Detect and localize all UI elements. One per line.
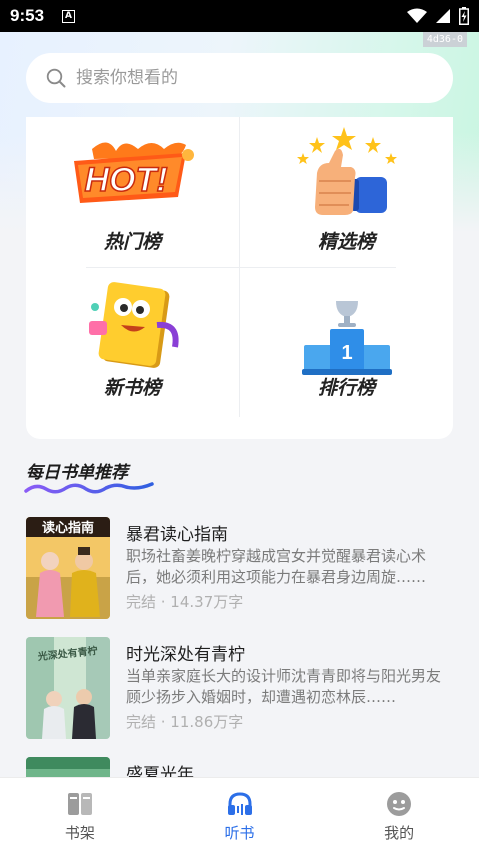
svg-text:1: 1: [341, 342, 352, 364]
tab-profile[interactable]: 我的: [319, 778, 479, 851]
svg-text:HOT!: HOT!: [84, 161, 167, 199]
battery-icon: [459, 7, 469, 25]
status-time: 9:53: [10, 6, 45, 25]
tab-listen[interactable]: 听书: [160, 778, 320, 851]
podium-icon: 1: [301, 301, 392, 375]
profile-face-icon: [387, 792, 412, 816]
bookshelf-icon: [67, 793, 92, 815]
book-description: 职场社畜姜晚柠穿越成宫女并觉醒暴君读心术后，她必须利用这项能力在暴君身边周旋……: [126, 547, 427, 586]
status-bar: 9:53 A: [0, 0, 479, 32]
book-cover: 光深处有青柠: [26, 637, 110, 739]
book-cover: 读心指南: [26, 517, 110, 619]
tab-bookshelf[interactable]: 书架: [0, 778, 160, 851]
svg-text:读心指南: 读心指南: [42, 520, 94, 536]
notification-icon: A: [62, 9, 76, 23]
ranking-label: 排行榜: [317, 377, 375, 399]
tab-label: 听书: [224, 824, 255, 842]
ranking-label: 新书榜: [103, 377, 161, 399]
book-mascot-icon: [88, 282, 179, 368]
debug-tag: 4d36-0: [422, 32, 467, 47]
status-icons: [407, 7, 469, 25]
ranking-new[interactable]: 新书榜: [26, 269, 239, 429]
tab-label: 书架: [64, 824, 95, 842]
hot-icon: HOT!: [73, 142, 194, 203]
wifi-icon: [407, 8, 427, 23]
ranking-hot[interactable]: HOT! 热门榜: [26, 117, 239, 277]
thumbs-up-icon: [296, 127, 397, 215]
book-item[interactable]: 光深处有青柠 时光深处有青柠 当单亲家庭长大的设计师沈青青即将与阳光男友顾少扬步…: [26, 637, 453, 741]
book-meta: 完结 · 14.37万字: [126, 593, 244, 611]
ranking-label: 热门榜: [103, 231, 161, 253]
ranking-featured[interactable]: 精选榜: [240, 117, 453, 277]
book-title: 暴君读心指南: [126, 525, 228, 545]
book-description: 当单亲家庭长大的设计师沈青青即将与阳光男友顾少扬步入婚姻时，却遭遇初恋林辰……: [126, 667, 442, 706]
ranking-label: 精选榜: [317, 231, 375, 253]
tab-label: 我的: [384, 824, 415, 842]
search-bar[interactable]: [26, 53, 453, 103]
book-title: 时光深处有青柠: [126, 645, 245, 665]
ranking-top[interactable]: 1 排行榜: [240, 269, 453, 429]
bottom-tab-bar: 书架 听书 我的: [0, 777, 479, 851]
book-item[interactable]: 读心指南 暴君读心指南 职场社畜姜晚柠穿越成宫女并觉醒暴君读心术后，她必须利用这…: [26, 517, 453, 621]
wave-underline-icon: [24, 482, 154, 494]
search-icon: [46, 68, 66, 88]
ranking-card: HOT! 热门榜 精选榜 新书榜 1 排行榜: [26, 117, 453, 439]
search-input[interactable]: [76, 68, 396, 88]
signal-icon: [436, 9, 450, 23]
book-meta: 完结 · 11.86万字: [126, 713, 244, 731]
headphones-icon: [227, 792, 252, 815]
